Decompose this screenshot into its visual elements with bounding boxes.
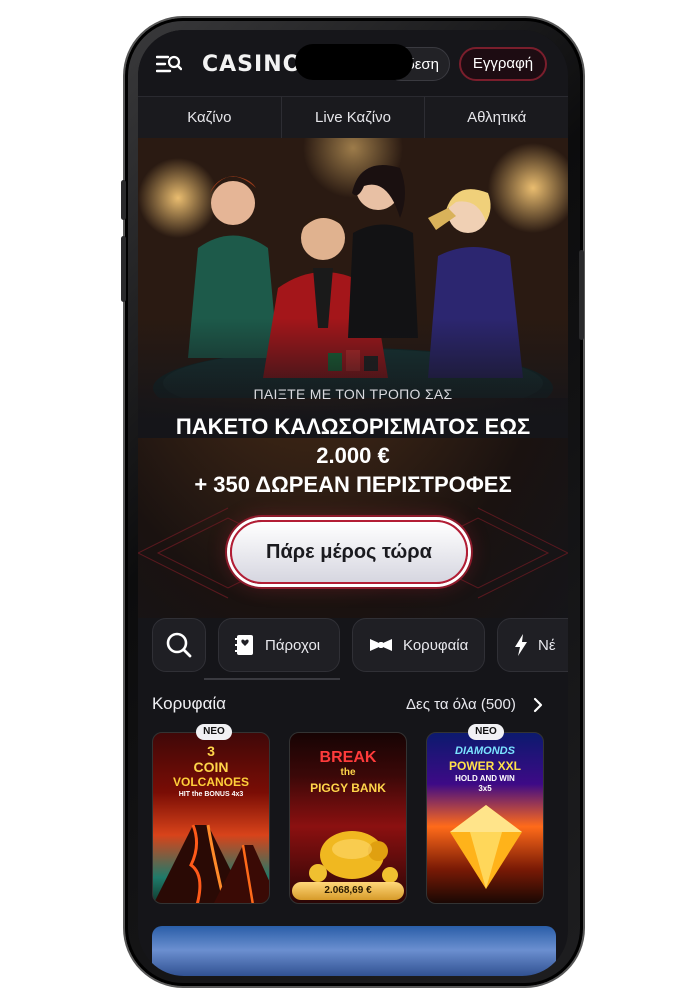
chevron-right-icon[interactable]	[532, 697, 544, 713]
phone-power-button	[579, 250, 584, 340]
jackpot-amount: 2.068,69 €	[292, 882, 404, 900]
hero-title: ΠΑΚΕΤΟ ΚΑΛΩΣΟΡΙΣΜΑΤΟΣ ΕΩΣ 2.000 € + 350 …	[138, 412, 568, 499]
see-all-link[interactable]: Δες τα όλα (500)	[406, 696, 516, 713]
register-button[interactable]: Εγγραφή	[459, 47, 547, 81]
provider-book-icon	[235, 635, 253, 655]
category-label: Νέ	[538, 636, 556, 654]
main-nav: Καζίνο Live Καζίνο Αθλητικά	[138, 96, 568, 140]
game-title-line: POWER XXL	[448, 759, 521, 773]
menu-search-icon[interactable]	[156, 52, 182, 76]
game-title-line: 3x5	[478, 784, 492, 793]
search-icon	[166, 632, 192, 658]
hero-banner: ΠΑΙΞΤΕ ΜΕ ΤΟΝ ΤΡΟΠΟ ΣΑΣ ΠΑΚΕΤΟ ΚΑΛΩΣΟΡΙΣ…	[138, 138, 568, 618]
tab-sports[interactable]: Αθλητικά	[425, 97, 568, 139]
category-new[interactable]: Νέ	[497, 618, 568, 672]
game-title-line: 3	[207, 743, 215, 759]
hero-title-line: + 350 ΔΩΡΕΑΝ ΠΕΡΙΣΤΡΟΦΕΣ	[194, 472, 512, 497]
game-title-line: PIGGY BANK	[310, 781, 386, 795]
new-badge: ΝΕΟ	[468, 724, 504, 740]
category-bar: Πάροχοι Κορυφαία Νέ	[138, 618, 568, 688]
game-tile-coin-volcanoes[interactable]: 3 COIN VOLCANOES HIT the BONUS 4x3	[152, 732, 270, 904]
phone-dynamic-island	[295, 44, 413, 80]
game-title-line: HIT the BONUS 4x3	[178, 791, 244, 798]
category-providers[interactable]: Πάροχοι	[218, 618, 340, 672]
category-label: Κορυφαία	[403, 636, 469, 654]
hero-title-line: ΠΑΚΕΤΟ ΚΑΛΩΣΟΡΙΣΜΑΤΟΣ ΕΩΣ	[175, 414, 531, 439]
game-tile-diamonds-power-xxl[interactable]: DIAMONDS POWER XXL HOLD AND WIN 3x5	[426, 732, 544, 904]
game-title-line: COIN	[193, 759, 229, 775]
phone-screen: CASINO δεση Εγγραφή Καζίνο Live Καζίνο Α…	[138, 30, 568, 976]
game-title-line: the	[340, 767, 356, 778]
category-search-button[interactable]	[152, 618, 206, 672]
game-title-line: VOLCANOES	[172, 775, 249, 789]
casino-logo[interactable]: CASINO	[202, 52, 302, 77]
tab-casino[interactable]: Καζίνο	[138, 97, 282, 139]
category-label: Πάροχοι	[265, 636, 321, 654]
game-title-line: DIAMONDS	[455, 745, 515, 757]
category-top[interactable]: Κορυφαία	[352, 618, 485, 672]
game-tile-break-the-piggy-bank[interactable]: BREAK the PIGGY BANK 2.068,69 €	[289, 732, 407, 904]
phone-side-button	[121, 180, 126, 220]
hero-subtitle: ΠΑΙΞΤΕ ΜΕ ΤΟΝ ΤΡΟΠΟ ΣΑΣ	[253, 386, 453, 402]
diamond-art	[450, 805, 522, 889]
new-badge: ΝΕΟ	[196, 724, 232, 740]
volcano-art	[154, 824, 269, 903]
next-banner-preview[interactable]	[152, 926, 556, 976]
join-now-button[interactable]: Πάρε μέρος τώρα	[230, 520, 468, 584]
piggy-bank-art	[309, 831, 398, 883]
tab-live-casino[interactable]: Live Καζίνο	[282, 97, 426, 139]
lightning-icon	[515, 634, 527, 656]
game-title-line: BREAK	[319, 749, 377, 766]
phone-side-button	[121, 236, 126, 302]
bowtie-icon	[370, 639, 392, 651]
hero-title-line: 2.000 €	[316, 443, 390, 468]
section-title: Κορυφαία	[152, 694, 227, 713]
category-scroll-indicator	[204, 678, 340, 680]
game-title-line: HOLD AND WIN	[455, 774, 515, 783]
